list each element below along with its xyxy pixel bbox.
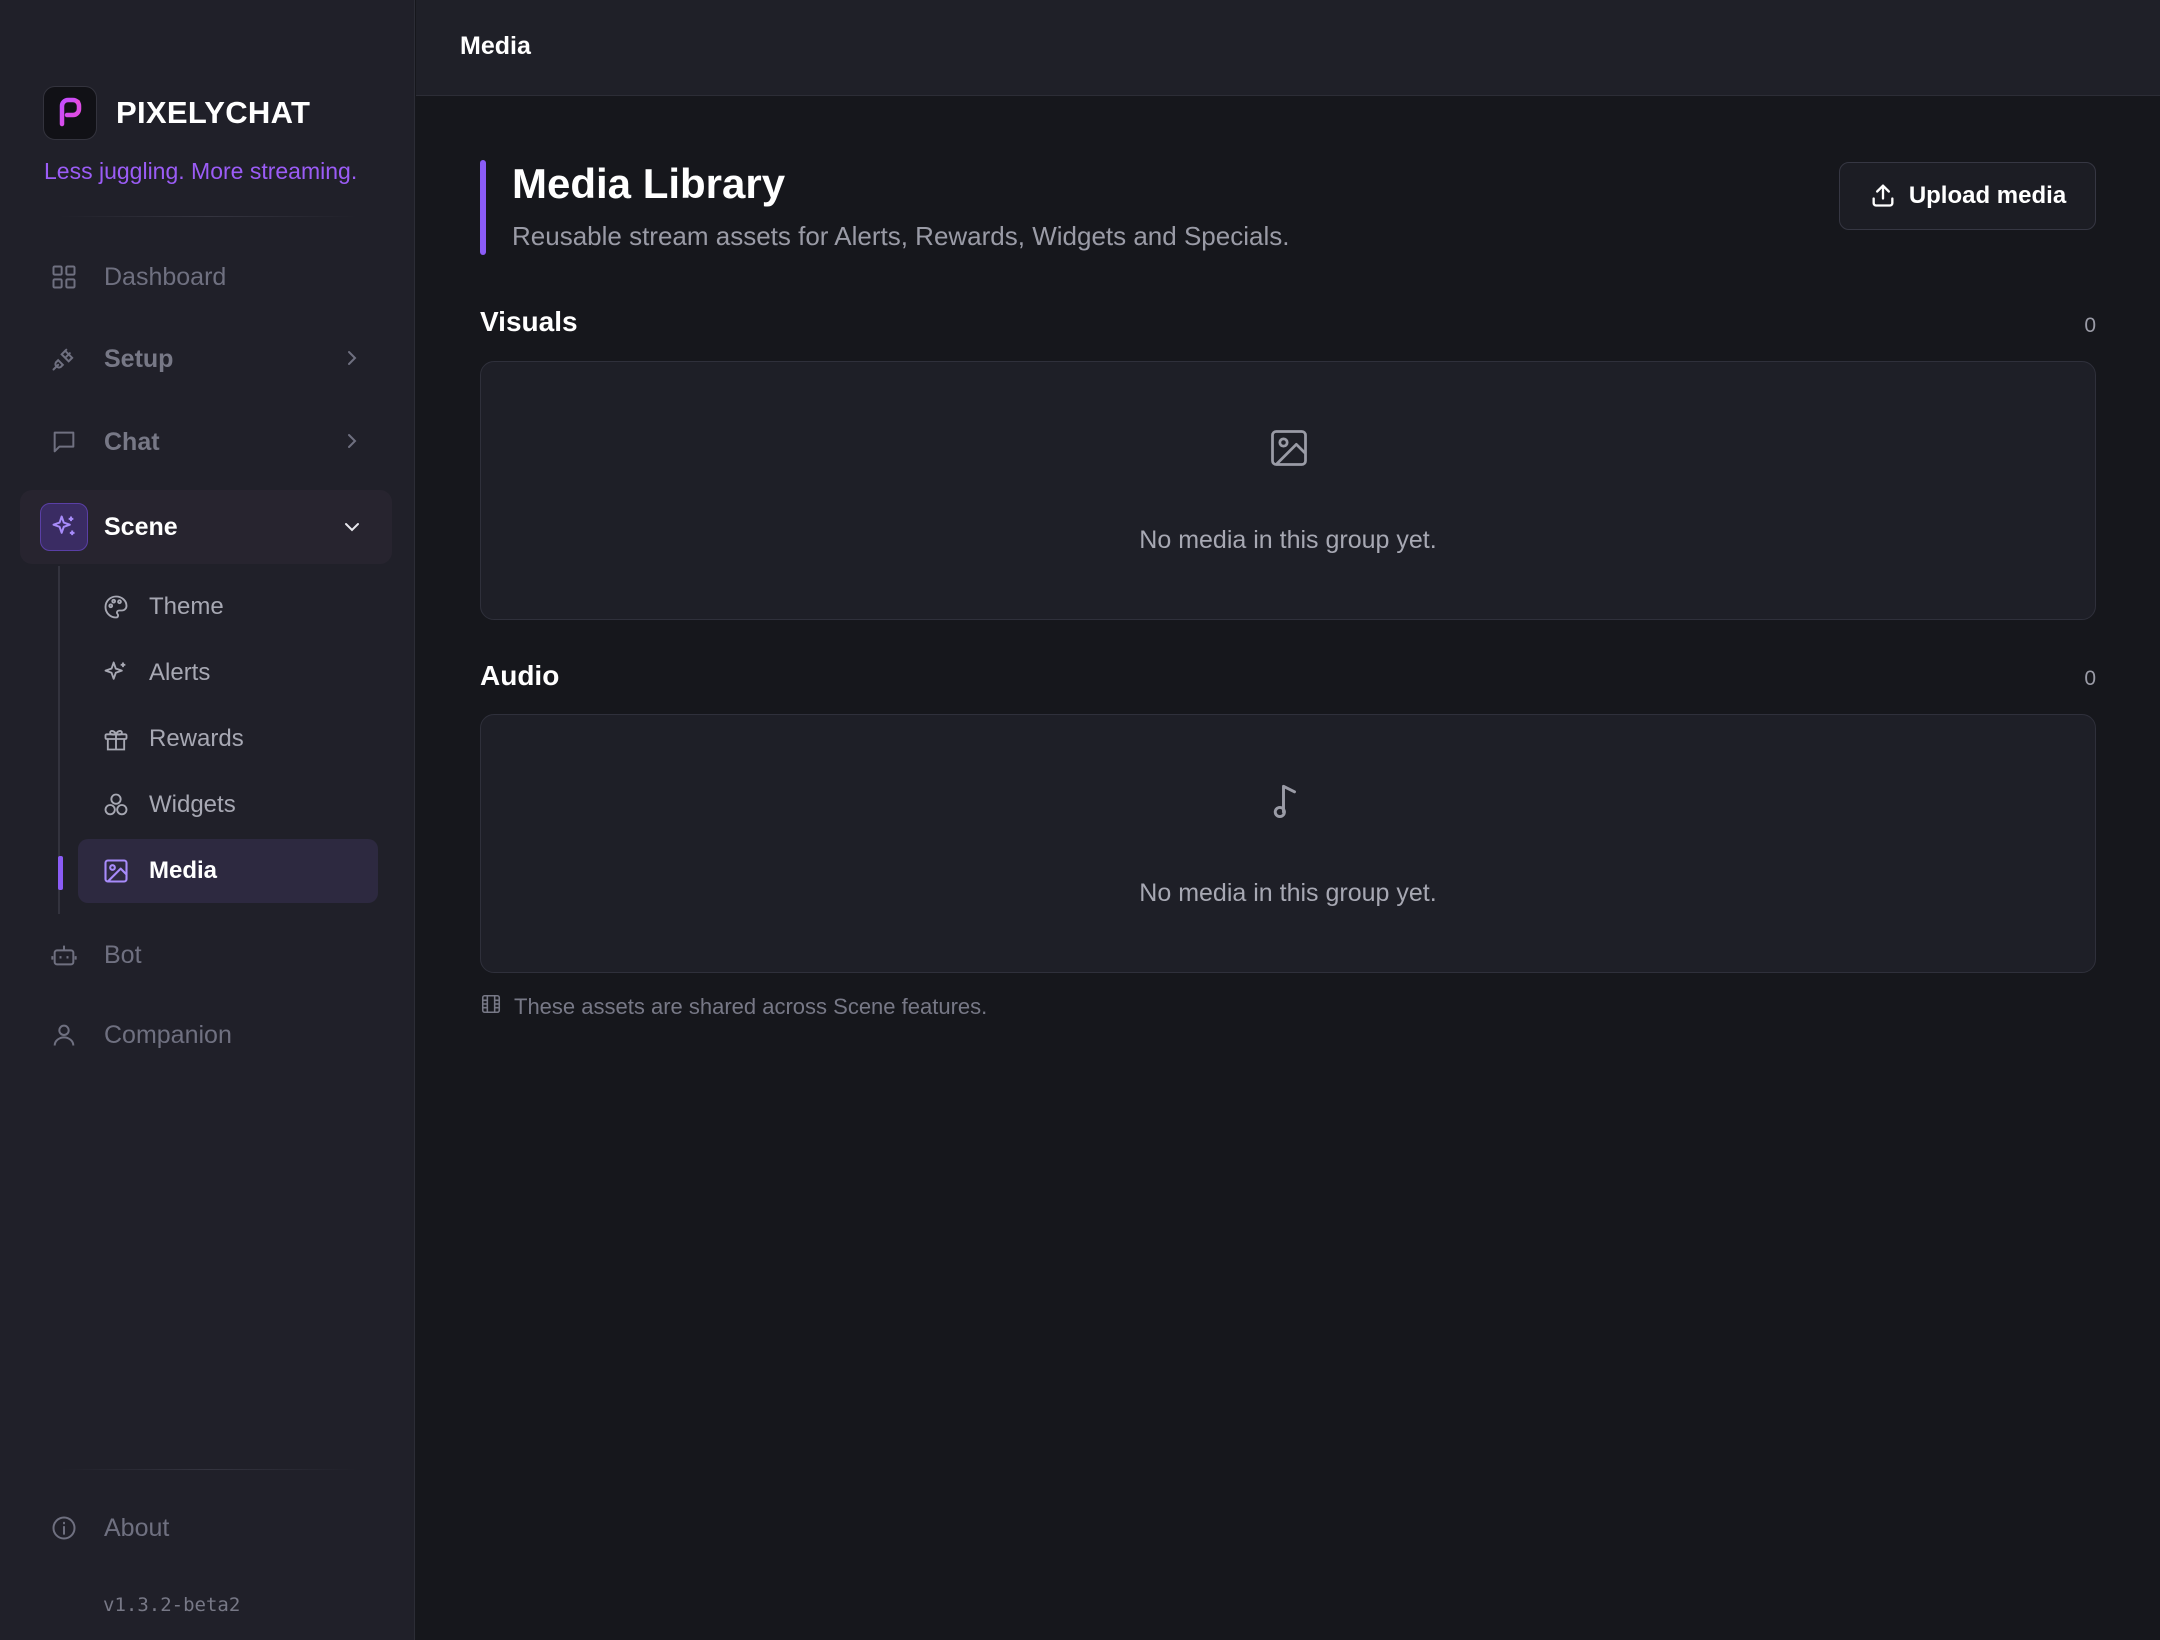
topbar-title: Media: [460, 32, 531, 60]
page-title: Media Library: [512, 160, 786, 207]
info-icon: [40, 1504, 88, 1552]
topbar: Media: [416, 0, 2160, 96]
sidebar-item-chat[interactable]: Chat: [20, 407, 392, 477]
upload-media-button[interactable]: Upload media: [1839, 162, 2096, 230]
sidebar-item-bot[interactable]: Bot: [20, 920, 392, 990]
sidebar-divider: [58, 1469, 358, 1470]
chevron-right-icon: [340, 429, 364, 458]
empty-state-text: No media in this group yet.: [1139, 526, 1437, 554]
footnote: These assets are shared across Scene fea…: [480, 993, 987, 1020]
sidebar-subitem-label: Widgets: [149, 791, 236, 818]
sparkles-icon: [100, 657, 132, 689]
footnote-text: These assets are shared across Scene fea…: [514, 993, 988, 1019]
sidebar-subitem-rewards[interactable]: Rewards: [78, 707, 378, 771]
sidebar-item-companion[interactable]: Companion: [20, 1000, 392, 1070]
app-version: v1.3.2-beta2: [103, 1594, 241, 1616]
sidebar-item-label: Companion: [104, 1020, 232, 1049]
palette-icon: [100, 591, 132, 623]
empty-state-text: No media in this group yet.: [1139, 879, 1437, 907]
sidebar: PIXELYCHAT Less juggling. More streaming…: [0, 0, 415, 1640]
active-indicator: [58, 856, 63, 890]
section-count-audio: 0: [2084, 667, 2096, 690]
section-title-visuals: Visuals: [480, 306, 578, 337]
sidebar-item-label: About: [104, 1513, 170, 1542]
sidebar-item-label: Chat: [104, 427, 160, 456]
chevron-right-icon: [340, 346, 364, 375]
title-accent-bar: [480, 160, 486, 255]
chevron-down-icon: [340, 515, 364, 544]
grid-icon: [40, 253, 88, 301]
visuals-panel: No media in this group yet.: [480, 361, 2096, 620]
app-tagline: Less juggling. More streaming.: [44, 158, 358, 184]
sidebar-item-label: Scene: [104, 512, 178, 541]
music-icon: [1267, 779, 1311, 823]
upload-icon: [1869, 181, 1897, 212]
plug-icon: [40, 335, 88, 383]
app-name: PIXELYCHAT: [116, 95, 311, 130]
sidebar-subitem-label: Rewards: [149, 725, 244, 752]
shapes-icon: [100, 789, 132, 821]
sidebar-item-scene[interactable]: Scene: [20, 490, 392, 564]
sidebar-subitem-label: Media: [149, 857, 218, 884]
user-icon: [40, 1011, 88, 1059]
gift-icon: [100, 723, 132, 755]
sidebar-subitem-label: Alerts: [149, 659, 211, 686]
section-title-audio: Audio: [480, 660, 560, 691]
sidebar-item-setup[interactable]: Setup: [20, 324, 392, 394]
app-logo-icon: [43, 86, 97, 140]
sparkles-icon: [40, 503, 88, 551]
sidebar-divider: [58, 216, 358, 217]
sidebar-item-label: Bot: [104, 940, 142, 969]
message-square-icon: [40, 418, 88, 466]
image-icon: [100, 855, 132, 887]
section-count-visuals: 0: [2084, 314, 2096, 337]
brand[interactable]: PIXELYCHAT: [43, 86, 310, 140]
image-icon: [1267, 426, 1311, 470]
sidebar-item-label: Setup: [104, 344, 174, 373]
sidebar-item-about[interactable]: About: [20, 1493, 392, 1563]
sidebar-item-dashboard[interactable]: Dashboard: [20, 242, 392, 312]
sidebar-subitem-widgets[interactable]: Widgets: [78, 773, 378, 837]
page-subtitle: Reusable stream assets for Alerts, Rewar…: [512, 221, 1290, 251]
film-icon: [480, 993, 502, 1020]
sidebar-item-label: Dashboard: [104, 262, 227, 291]
upload-media-label: Upload media: [1908, 182, 2067, 209]
audio-panel: No media in this group yet.: [480, 714, 2096, 973]
sidebar-subitem-media[interactable]: Media: [78, 839, 378, 903]
sidebar-subitem-label: Theme: [149, 593, 224, 620]
bot-icon: [40, 931, 88, 979]
sidebar-subitem-alerts[interactable]: Alerts: [78, 641, 378, 705]
sidebar-subitem-theme[interactable]: Theme: [78, 575, 378, 639]
